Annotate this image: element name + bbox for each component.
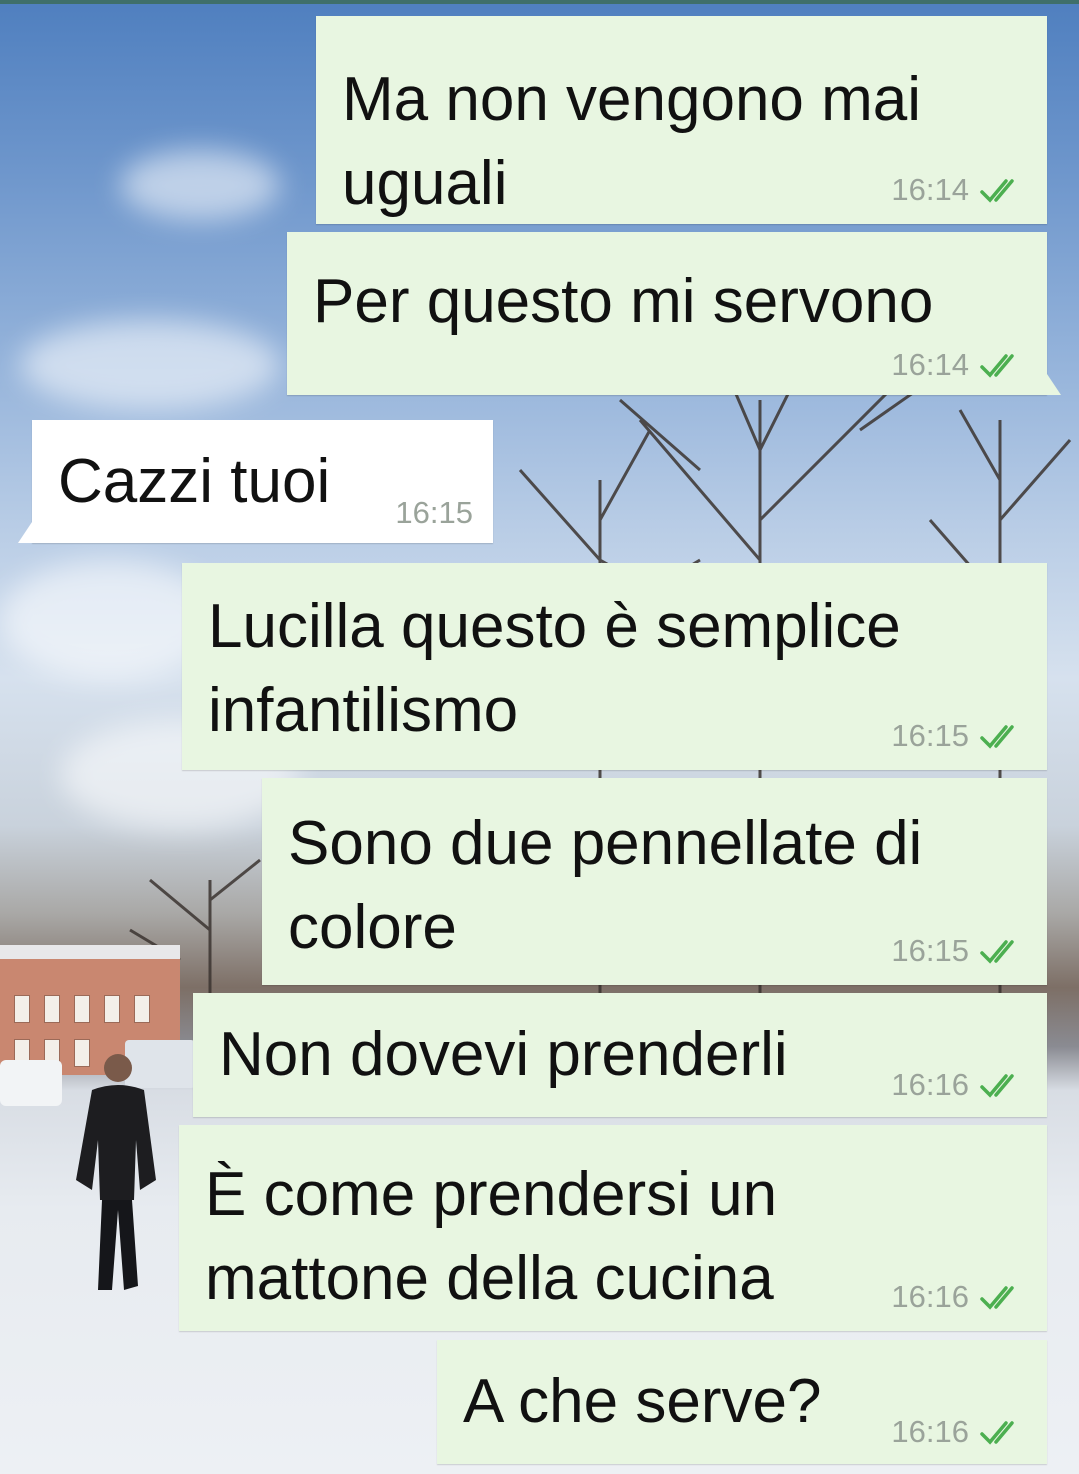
message-meta: 16:14 xyxy=(891,172,1025,208)
walking-person-figure xyxy=(76,1054,156,1290)
outgoing-message[interactable]: Per questo mi servono 16:14 xyxy=(287,232,1061,395)
message-text: Ma non vengono mai uguali xyxy=(342,65,922,218)
message-time: 16:15 xyxy=(395,495,473,530)
message-text: Lucilla questo è semplice infantilismo xyxy=(208,592,901,745)
message-time: 16:16 xyxy=(891,1067,969,1102)
read-double-check-icon xyxy=(980,940,1014,964)
message-text: È come prendersi un mattone della cucina xyxy=(205,1160,778,1313)
window-top-edge xyxy=(0,0,1079,4)
outgoing-message[interactable]: Ma non vengono mai uguali 16:14 xyxy=(316,16,1047,224)
message-text: Cazzi tuoi xyxy=(58,447,331,516)
read-double-check-icon xyxy=(980,1286,1014,1310)
read-double-check-icon xyxy=(980,725,1014,749)
read-double-check-icon xyxy=(980,1421,1014,1445)
message-text: A che serve? xyxy=(463,1367,822,1436)
message-time: 16:16 xyxy=(891,1279,969,1314)
outgoing-message[interactable]: A che serve? 16:16 xyxy=(437,1340,1047,1464)
outgoing-message[interactable]: Sono due pennellate di colore 16:15 xyxy=(262,778,1047,985)
message-meta: 16:14 xyxy=(891,347,1025,383)
message-text: Non dovevi prenderli xyxy=(219,1020,788,1089)
read-double-check-icon xyxy=(980,179,1014,203)
message-meta: 16:15 xyxy=(891,718,1025,754)
outgoing-message[interactable]: Non dovevi prenderli 16:16 xyxy=(193,993,1047,1117)
message-time: 16:14 xyxy=(891,347,969,382)
outgoing-message[interactable]: Lucilla questo è semplice infantilismo 1… xyxy=(182,563,1047,770)
read-double-check-icon xyxy=(980,1074,1014,1098)
message-time: 16:14 xyxy=(891,172,969,207)
message-meta: 16:15 xyxy=(395,495,473,531)
message-time: 16:15 xyxy=(891,933,969,968)
message-time: 16:15 xyxy=(891,718,969,753)
message-text: Sono due pennellate di colore xyxy=(288,809,923,962)
incoming-message[interactable]: Cazzi tuoi 16:15 xyxy=(18,420,493,543)
read-double-check-icon xyxy=(980,354,1014,378)
message-meta: 16:16 xyxy=(891,1067,1025,1103)
background-van xyxy=(0,1060,62,1106)
message-meta: 16:16 xyxy=(891,1414,1025,1450)
message-meta: 16:15 xyxy=(891,933,1025,969)
outgoing-message[interactable]: È come prendersi un mattone della cucina… xyxy=(179,1125,1047,1331)
message-meta: 16:16 xyxy=(891,1279,1025,1315)
message-time: 16:16 xyxy=(891,1414,969,1449)
message-text: Per questo mi servono xyxy=(313,267,934,336)
